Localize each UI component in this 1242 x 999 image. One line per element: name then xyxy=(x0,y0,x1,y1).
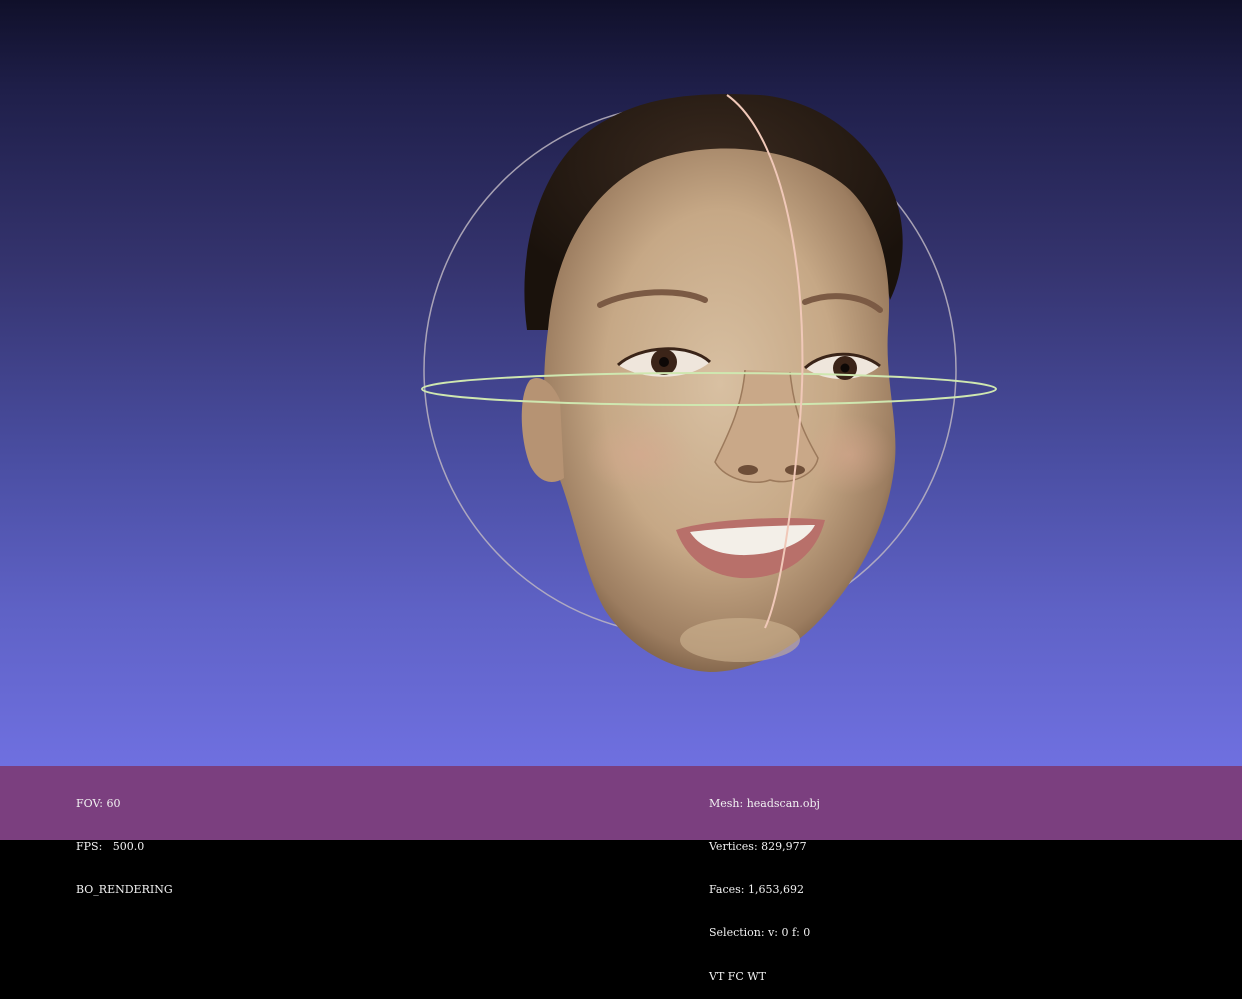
render-info-panel: FOV: 60 FPS: 500.0 BO_RENDERING xyxy=(76,768,173,912)
head-scan-mesh xyxy=(521,94,903,672)
mesh-info-panel: Mesh: headscan.obj Vertices: 829,977 Fac… xyxy=(709,768,820,999)
render-mode-text: BO_RENDERING xyxy=(76,883,173,897)
attribute-flags-text: VT FC WT xyxy=(709,969,766,983)
scene-canvas[interactable] xyxy=(0,0,1242,766)
faces-count-text: Faces: 1,653,692 xyxy=(709,883,804,897)
mesh-name-text: Mesh: headscan.obj xyxy=(709,796,820,810)
3d-viewport[interactable] xyxy=(0,0,1242,766)
selection-text: Selection: v: 0 f: 0 xyxy=(709,926,811,940)
fov-text: FOV: 60 xyxy=(76,796,121,810)
vertices-count-text: Vertices: 829,977 xyxy=(709,840,807,854)
status-bar xyxy=(0,766,1242,840)
fps-text: FPS: 500.0 xyxy=(76,840,145,854)
face-shape xyxy=(544,148,896,672)
